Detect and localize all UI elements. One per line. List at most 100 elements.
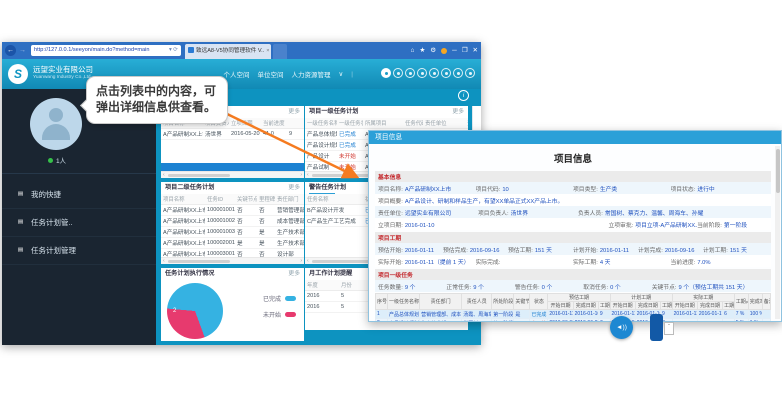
- scroll-left-icon[interactable]: ‹: [163, 172, 165, 178]
- section-level1-tasks: 项目一级任务: [375, 269, 771, 280]
- sidebar-divider: [2, 173, 156, 174]
- chevron-down-icon[interactable]: ∨: [339, 70, 344, 78]
- column-header: 关键节点: [514, 294, 530, 310]
- scroll-left-icon[interactable]: ‹: [307, 258, 309, 264]
- task-row[interactable]: 2 产品设计规划 生产技术部 常国树 第一阶段 是 未开始 2016-06-01…: [376, 319, 771, 322]
- field-value[interactable]: 2016-09-16: [665, 248, 695, 254]
- field-value[interactable]: 151 天: [535, 248, 552, 254]
- field-row: 项目概要:A产品设计、研制和样品生产，有望XX单品正式XX产品上市。: [375, 194, 771, 206]
- field: 计划完成:2016-09-16: [638, 245, 703, 254]
- column-group-header: 实际工期: [672, 294, 734, 302]
- field-value[interactable]: 7.0%: [697, 260, 710, 266]
- scroll-thumb[interactable]: [168, 260, 231, 263]
- task-row[interactable]: 1 产品总体规划 营销管理部、成本管理部、生产技术部 汤霞、周海车、李想 第一阶…: [376, 310, 771, 319]
- field-value[interactable]: 2016-01-11（提前 1 天）: [405, 260, 470, 266]
- close-button[interactable]: ✕: [473, 42, 478, 59]
- sub-header: 开始日期: [548, 302, 573, 310]
- sidebar-item[interactable]: ▤ 我的快捷: [2, 181, 156, 209]
- table-row[interactable]: A产品研制XX上市100002001 是是 生产技术部: [161, 238, 304, 249]
- popup-vertical-scrollbar[interactable]: [775, 146, 780, 319]
- scroll-left-icon[interactable]: ‹: [163, 258, 165, 264]
- field-label: 计划开始:: [573, 248, 598, 254]
- field-value[interactable]: 9 个: [405, 285, 416, 291]
- field: 实际开始:2016-01-11（提前 1 天）: [378, 257, 476, 266]
- field-value[interactable]: 项目立项-A产品研制XX上市-2016-01-10: [635, 223, 697, 229]
- field-value[interactable]: 2016-01-11: [600, 248, 629, 254]
- header-menu-icon-6[interactable]: [441, 68, 451, 78]
- field-value[interactable]: 第一阶段: [724, 223, 747, 229]
- sub-header: 开始日期: [610, 302, 635, 310]
- field-value[interactable]: 10: [502, 187, 508, 193]
- address-bar[interactable]: ▾ ⟳ http://127.0.0.1/seeyon/main.do?meth…: [31, 45, 181, 56]
- field-value[interactable]: A产品设计、研制和样品生产，有望XX单品正式XX产品上市。: [405, 199, 563, 205]
- nav-personal-space[interactable]: 个人空间: [224, 69, 250, 79]
- info-icon[interactable]: i: [458, 90, 469, 101]
- table-row[interactable]: A产品研制XX上市100001003 否是 生产技术部: [161, 227, 304, 238]
- header-menu-icon-1[interactable]: [381, 68, 391, 78]
- maximize-button[interactable]: ❐: [462, 42, 468, 59]
- panel-title: 任务计划执行情况: [165, 270, 215, 277]
- column-header: 责任部门: [465, 118, 468, 129]
- avatar[interactable]: [30, 98, 82, 150]
- new-tab-button[interactable]: [273, 44, 287, 59]
- header-menu-icon-5[interactable]: [429, 68, 439, 78]
- feedback-smiley-icon[interactable]: [441, 48, 447, 54]
- field-value[interactable]: 151 天: [730, 248, 747, 254]
- scroll-right-icon[interactable]: ›: [300, 258, 302, 264]
- field-value[interactable]: 常国树、蔡克力、温馨、周海车、孙耀: [605, 211, 704, 217]
- field-value[interactable]: 2016-01-11: [405, 248, 434, 254]
- field-value[interactable]: 进行中: [697, 187, 714, 193]
- table-row[interactable]: A产品研制XX上市100001002 否否 成本管理部: [161, 216, 304, 227]
- company-name-en: Yuanwang Industry Co.,Ltd.: [33, 75, 93, 80]
- header-menu-icon-8[interactable]: [465, 68, 475, 78]
- header-menu-icon-7[interactable]: [453, 68, 463, 78]
- minimize-button[interactable]: ─: [452, 42, 457, 59]
- table-row[interactable]: A产品研制XX上市100001001 否否 营销管理部: [161, 205, 304, 216]
- more-link[interactable]: 更多: [452, 106, 464, 118]
- field: 项目概要:A产品设计、研制和样品生产，有望XX单品正式XX产品上市。: [378, 196, 768, 205]
- field-value[interactable]: 9 个（预估工期共 151 天）: [679, 285, 749, 291]
- field-value[interactable]: A产品研制XX上市: [405, 187, 451, 193]
- sidebar-item[interactable]: ▤ 任务计划管理: [2, 237, 156, 265]
- field-value[interactable]: 9 个: [473, 285, 484, 291]
- field-value[interactable]: 汤世界: [511, 211, 528, 217]
- column-header: 责任部门: [275, 194, 304, 205]
- nav-org-space[interactable]: 单位空间: [258, 69, 284, 79]
- field-value[interactable]: 0 个: [610, 285, 621, 291]
- header-menu-icon-2[interactable]: [393, 68, 403, 78]
- field-label: 项目名称:: [378, 187, 403, 193]
- column-header: 一级任务名称: [388, 294, 420, 310]
- field-value[interactable]: 远望实业有限公司: [405, 211, 451, 217]
- field-value[interactable]: 0 个: [542, 285, 553, 291]
- field-value[interactable]: 2016-01-10: [405, 223, 435, 229]
- horizontal-scrollbar[interactable]: ‹ ›: [161, 257, 304, 264]
- address-bar-icons[interactable]: ▾ ⟳: [169, 45, 178, 56]
- column-header: 关键节点: [235, 194, 257, 205]
- column-header: 责任人员: [462, 294, 492, 310]
- legend-item[interactable]: 已完成: [263, 294, 296, 303]
- speaker-button[interactable]: ◄)): [610, 316, 633, 339]
- header-menu-icon-4[interactable]: [417, 68, 427, 78]
- field-value[interactable]: 4 天: [600, 260, 611, 266]
- ie-favorites-icon[interactable]: ★: [419, 42, 425, 59]
- player-bar[interactable]: [650, 314, 663, 341]
- field: 项目状态:进行中: [671, 184, 769, 193]
- forward-button[interactable]: →: [17, 45, 28, 56]
- browser-tab[interactable]: 致远A8-V5协同管理软件 V..×: [185, 44, 271, 59]
- player-dropdown[interactable]: ˇ: [664, 322, 674, 335]
- back-button[interactable]: ←: [5, 45, 16, 56]
- panel-level2-tasks: 项目二级任务计划 更多 项目名称任务ID关键节点里程碑责任部门 A产品研制XX上…: [161, 182, 304, 264]
- ie-home-icon[interactable]: ⌂: [411, 42, 415, 59]
- more-link[interactable]: 更多: [288, 268, 300, 280]
- column-header: 月份: [339, 280, 369, 291]
- field-value[interactable]: 生产类: [600, 187, 617, 193]
- popup-scroll-thumb[interactable]: [776, 149, 780, 193]
- header-menu-icon-3[interactable]: [405, 68, 415, 78]
- nav-hr[interactable]: 人力资源管理: [292, 69, 331, 79]
- legend-item[interactable]: 未开始: [263, 310, 296, 319]
- sidebar-item[interactable]: ▤ 任务计划管..: [2, 209, 156, 237]
- field-value[interactable]: 2016-09-16: [470, 248, 500, 254]
- popup-titlebar[interactable]: 项目信息: [369, 131, 781, 144]
- tab-close-icon[interactable]: ×: [266, 48, 269, 54]
- ie-settings-icon[interactable]: ⚙: [430, 42, 436, 59]
